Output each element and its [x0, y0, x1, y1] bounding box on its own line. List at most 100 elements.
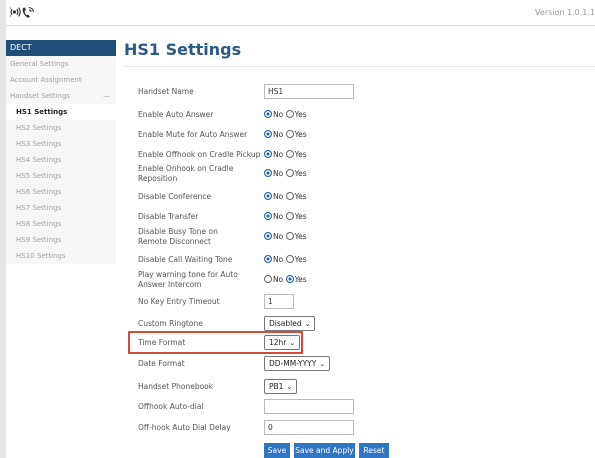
call-waiting-tone-label: Disable Call Waiting Tone — [138, 255, 233, 264]
radio-label-yes: Yes — [294, 110, 307, 119]
save-and-apply-button[interactable]: Save and Apply — [294, 443, 355, 458]
radio-label-no: No — [273, 169, 284, 178]
radio-label-no: No — [273, 192, 284, 201]
mute-auto-answer-label: Enable Mute for Auto Answer — [138, 130, 248, 139]
highlight-box — [128, 331, 303, 354]
chevron-down-icon: ⌄ — [286, 383, 293, 391]
disable-transfer-no-radio[interactable] — [264, 212, 272, 220]
sidebar-item-hs8-settings[interactable]: HS8 Settings — [6, 216, 116, 232]
sidebar-item-hs6-settings[interactable]: HS6 Settings — [6, 184, 116, 200]
sidebar-item-hs4-settings[interactable]: HS4 Settings — [6, 152, 116, 168]
date-format-select-value: DD-MM-YYYY — [269, 359, 317, 368]
warning-tone-yes-radio[interactable] — [285, 275, 294, 283]
sidebar-item-label: Handset Settings — [10, 92, 71, 100]
mute-auto-answer-no-radio[interactable] — [264, 130, 272, 138]
auto-answer-label: Enable Auto Answer — [138, 110, 214, 119]
busy-tone-label: Disable Busy Tone on Remote Disconnect — [138, 227, 218, 246]
sidebar-item-hs7-settings[interactable]: HS7 Settings — [6, 200, 116, 216]
radio-label-no: No — [273, 212, 284, 221]
sidebar-item-hs9-settings[interactable]: HS9 Settings — [6, 232, 116, 248]
busy-tone-radio-group: No Yes — [264, 231, 307, 243]
phonebook-label: Handset Phonebook — [138, 382, 214, 391]
sidebar-item-hs2-settings[interactable]: HS2 Settings — [6, 120, 116, 136]
sidebar-item-account-assignment[interactable]: Account Assignment — [6, 72, 116, 88]
radio-label-yes: Yes — [294, 130, 307, 139]
auto-answer-radio-group: No Yes — [264, 109, 307, 121]
phonebook-select[interactable]: PB1 ⌄ — [264, 379, 298, 394]
no-key-timeout-input[interactable]: 1 — [264, 294, 294, 309]
onhook-cradle-radio-group: No Yes — [264, 168, 307, 180]
busy-tone-yes-radio[interactable] — [285, 232, 294, 240]
no-key-timeout-label: No Key Entry Timeout — [138, 297, 220, 306]
title-divider — [124, 66, 595, 67]
page-title: HS1 Settings — [124, 40, 242, 59]
offhook-cradle-radio-group: No Yes — [264, 149, 307, 161]
radio-label-yes: Yes — [294, 212, 307, 221]
radio-label-no: No — [273, 275, 284, 284]
chevron-down-icon: ⌄ — [304, 320, 311, 328]
onhook-cradle-yes-radio[interactable] — [285, 169, 294, 177]
radio-label-no: No — [273, 232, 284, 241]
app-window: Version 1.0.1.1 DECT General Settings Ac… — [0, 0, 595, 458]
sidebar-item-hs5-settings[interactable]: HS5 Settings — [6, 168, 116, 184]
call-waiting-tone-radio-group: No Yes — [264, 254, 307, 266]
disable-transfer-label: Disable Transfer — [138, 212, 199, 221]
sidebar-item-handset-settings[interactable]: Handset Settings — — [6, 88, 116, 104]
ringtone-label: Custom Ringtone — [138, 319, 203, 328]
onhook-cradle-label: Enable Onhook on Cradle Reposition — [138, 164, 234, 183]
main-panel: HS1 Settings Handset Name HS1 Enable Aut… — [124, 40, 595, 458]
sidebar-section-dect[interactable]: DECT — [6, 40, 116, 56]
auto-dial-delay-label: Off-hook Auto Dial Delay — [138, 423, 231, 432]
radio-label-no: No — [273, 255, 284, 264]
reset-button[interactable]: Reset — [359, 443, 389, 458]
busy-tone-no-radio[interactable] — [264, 232, 272, 240]
mute-auto-answer-radio-group: No Yes — [264, 129, 307, 141]
radio-label-yes: Yes — [294, 192, 307, 201]
mute-auto-answer-yes-radio[interactable] — [285, 130, 294, 138]
offhook-cradle-label: Enable Offhook on Cradle Pickup — [138, 150, 261, 159]
date-format-label: Date Format — [138, 359, 185, 368]
call-waiting-tone-no-radio[interactable] — [264, 255, 272, 263]
sidebar-item-hs10-settings[interactable]: HS10 Settings — [6, 248, 116, 264]
top-bar: Version 1.0.1.1 — [6, 0, 595, 26]
handset-name-input[interactable]: HS1 — [264, 84, 354, 99]
disable-transfer-radio-group: No Yes — [264, 211, 307, 223]
sidebar-item-hs1-settings[interactable]: HS1 Settings — [6, 104, 116, 120]
collapse-icon[interactable]: — — [103, 88, 110, 104]
sidebar-item-general-settings[interactable]: General Settings — [6, 56, 116, 72]
radio-label-no: No — [273, 150, 284, 159]
warning-tone-label: Play warning tone for Auto Answer Interc… — [138, 270, 238, 289]
call-waiting-tone-yes-radio[interactable] — [285, 255, 294, 263]
ringtone-select[interactable]: Disabled ⌄ — [264, 316, 316, 331]
version-label: Version 1.0.1.1 — [535, 8, 595, 17]
ringtone-select-value: Disabled — [269, 319, 302, 328]
offhook-cradle-no-radio[interactable] — [264, 150, 272, 158]
handset-name-label: Handset Name — [138, 87, 194, 96]
offhook-auto-dial-label: Offhook Auto-dial — [138, 402, 204, 411]
radio-label-yes: Yes — [294, 255, 307, 264]
disable-conference-yes-radio[interactable] — [285, 192, 294, 200]
offhook-cradle-yes-radio[interactable] — [285, 150, 294, 158]
warning-tone-radio-group: No Yes — [264, 274, 307, 286]
disable-conference-label: Disable Conference — [138, 192, 212, 201]
radio-label-no: No — [273, 110, 284, 119]
offhook-auto-dial-input[interactable] — [264, 399, 354, 414]
radio-label-no: No — [273, 130, 284, 139]
sidebar: DECT General Settings Account Assignment… — [6, 40, 116, 264]
warning-tone-no-radio[interactable] — [264, 275, 272, 283]
date-format-select[interactable]: DD-MM-YYYY ⌄ — [264, 356, 331, 371]
save-button[interactable]: Save — [264, 443, 290, 458]
auto-answer-yes-radio[interactable] — [285, 110, 294, 118]
radio-label-yes: Yes — [294, 169, 307, 178]
disable-conference-no-radio[interactable] — [264, 192, 272, 200]
auto-dial-delay-input[interactable]: 0 — [264, 420, 354, 435]
sidebar-item-hs3-settings[interactable]: HS3 Settings — [6, 136, 116, 152]
auto-answer-no-radio[interactable] — [264, 110, 272, 118]
chevron-down-icon: ⌄ — [319, 360, 326, 368]
onhook-cradle-no-radio[interactable] — [264, 169, 272, 177]
radio-label-yes: Yes — [294, 150, 307, 159]
disable-transfer-yes-radio[interactable] — [285, 212, 294, 220]
disable-conference-radio-group: No Yes — [264, 191, 307, 203]
phonebook-select-value: PB1 — [269, 382, 284, 391]
radio-label-yes: Yes — [294, 232, 307, 241]
